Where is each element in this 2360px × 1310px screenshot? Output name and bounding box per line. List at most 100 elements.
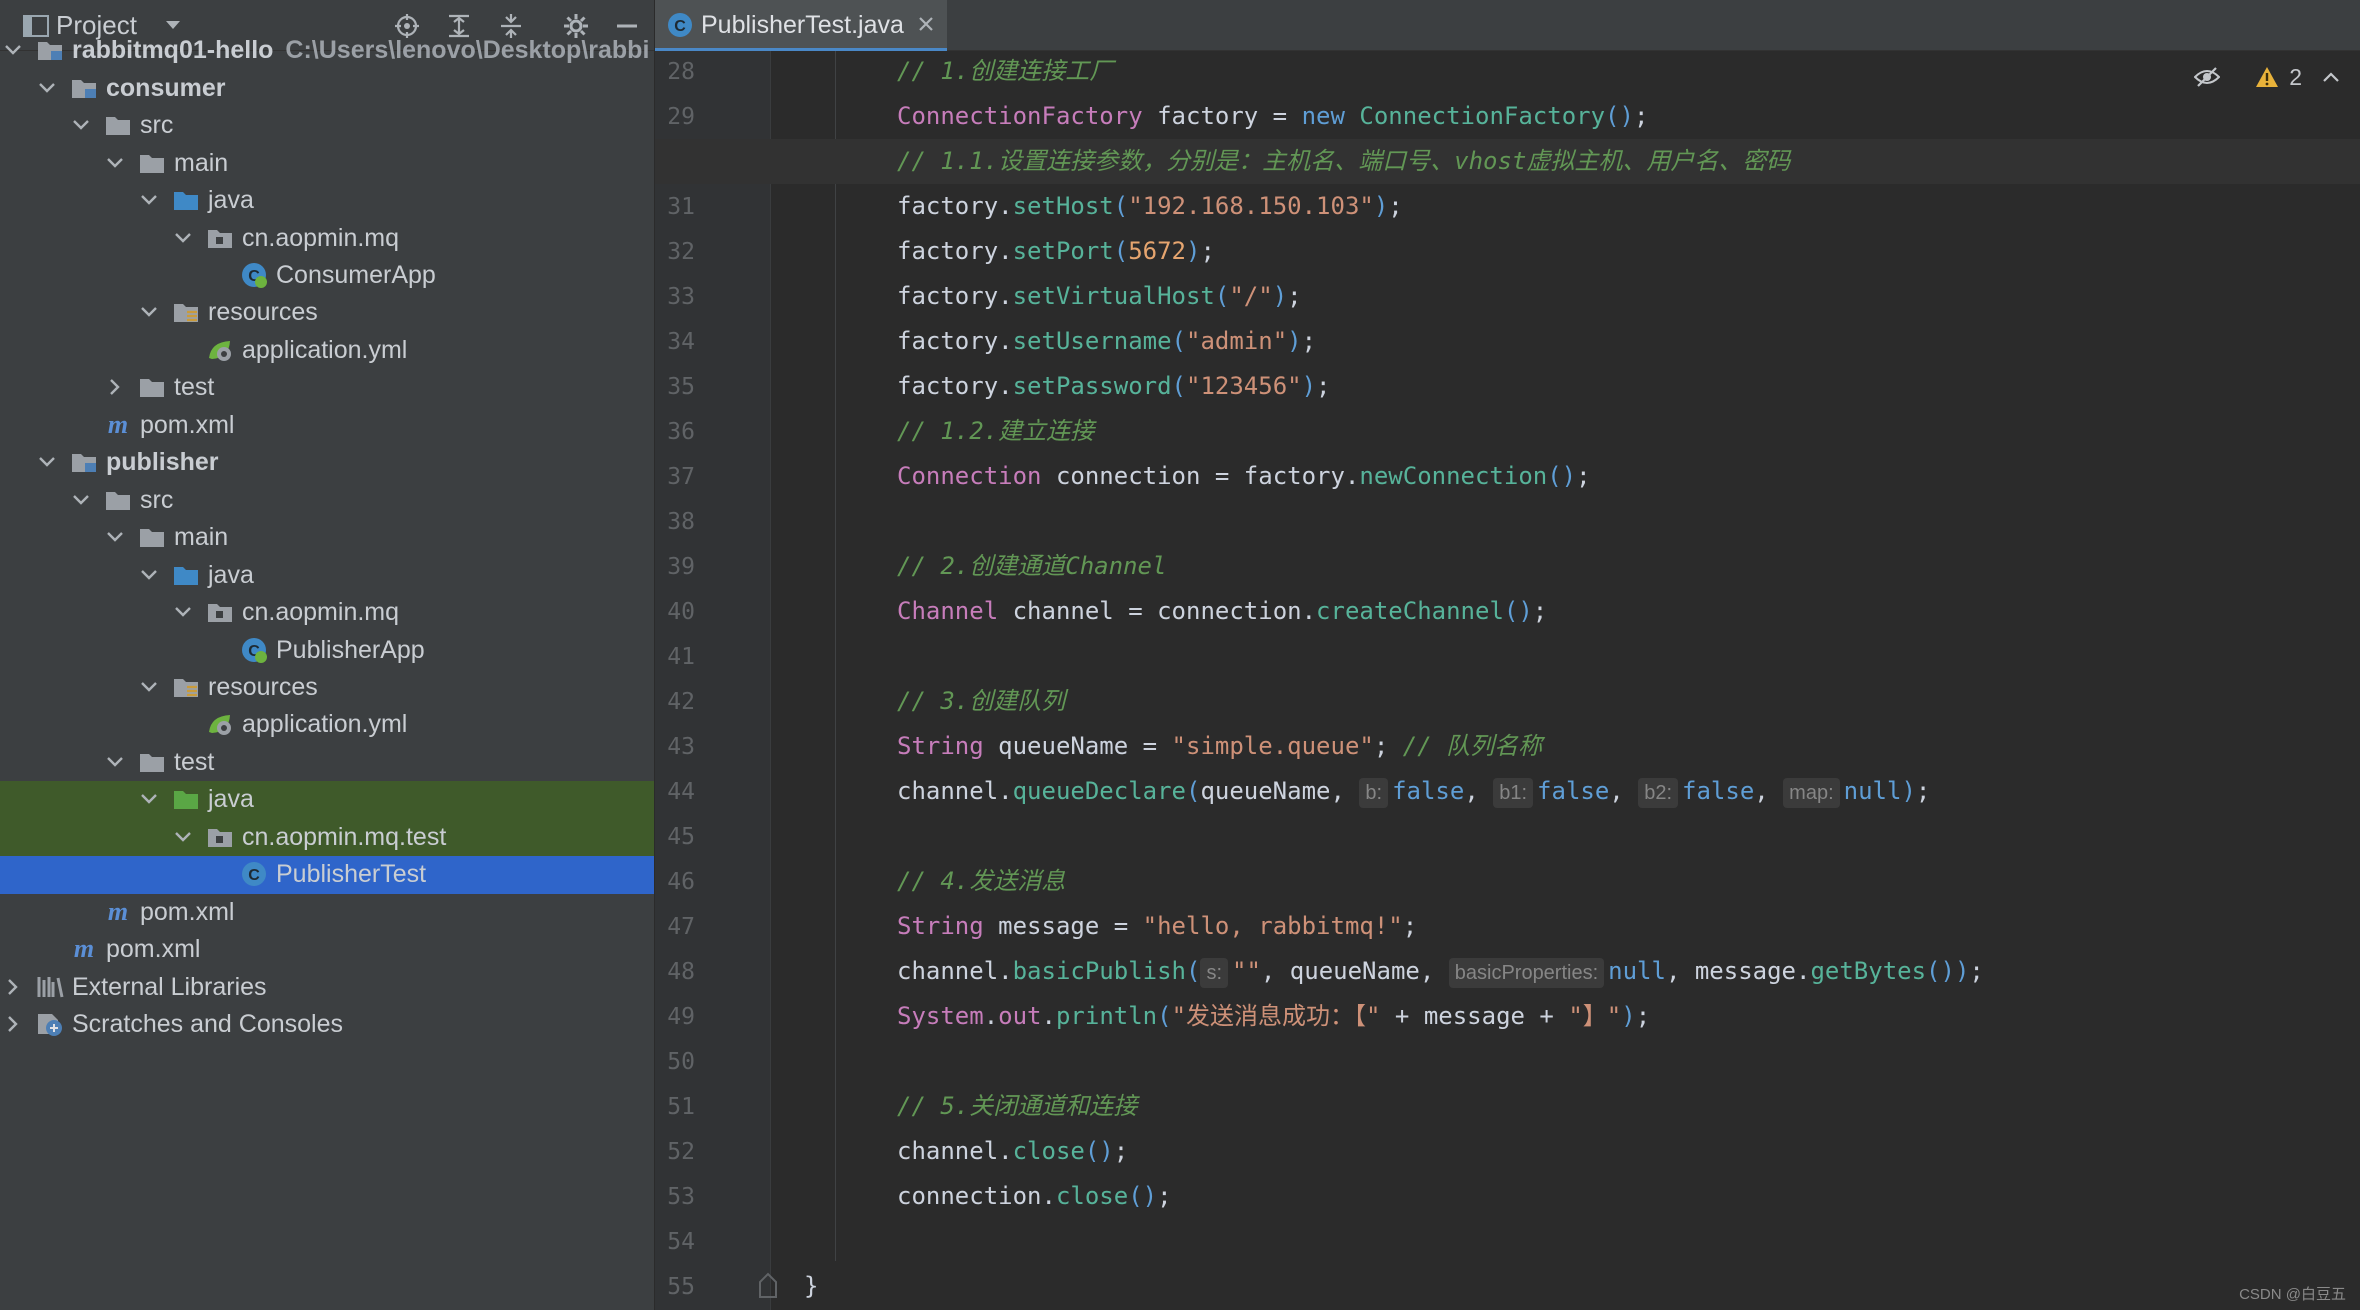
code-line[interactable] (655, 1039, 2360, 1084)
code-line[interactable]: channel.close(); (655, 1129, 2360, 1174)
code-line[interactable] (655, 814, 2360, 859)
code-line[interactable] (655, 634, 2360, 679)
code-line[interactable]: // 3.创建队列 (655, 679, 2360, 724)
warning-icon[interactable] (2255, 65, 2279, 89)
folder-icon (138, 149, 166, 177)
code-line[interactable]: ConnectionFactory factory = new Connecti… (655, 94, 2360, 139)
code-line[interactable] (655, 499, 2360, 544)
svg-text:C: C (674, 18, 686, 35)
code-line[interactable]: Connection connection = factory.newConne… (655, 454, 2360, 499)
tree-item-cn-aopmin-mq[interactable]: cn.aopmin.mq (0, 220, 654, 258)
chevron-down-icon[interactable] (140, 790, 158, 808)
tree-item-pom-xml[interactable]: m pom.xml (0, 894, 654, 932)
chevron-right-icon[interactable] (106, 378, 124, 396)
tree-item-java[interactable]: java (0, 557, 654, 595)
eye-hidden-icon[interactable] (2193, 63, 2221, 91)
chevron-down-icon[interactable] (174, 229, 192, 247)
tree-item-label: cn.aopmin.mq (242, 598, 400, 627)
chevron-down-icon[interactable] (106, 528, 124, 546)
tree-item-publishertest[interactable]: C PublisherTest (0, 856, 654, 894)
fold-marker-icon[interactable] (757, 1272, 783, 1298)
code-line[interactable]: connection.close(); (655, 1174, 2360, 1219)
code-line[interactable]: String message = "hello, rabbitmq!"; (655, 904, 2360, 949)
chevron-down-icon[interactable] (140, 191, 158, 209)
spring-yml-icon (206, 336, 234, 364)
chevron-down-icon[interactable] (106, 753, 124, 771)
code-line[interactable]: factory.setPassword("123456"); (655, 364, 2360, 409)
tree-item-src[interactable]: src (0, 107, 654, 145)
code-line[interactable] (655, 1219, 2360, 1264)
code-line[interactable]: // 2.创建通道Channel (655, 544, 2360, 589)
code-token: channel = connection. (998, 597, 1317, 625)
code-token: // 1.创建连接工厂 (897, 57, 1114, 85)
tree-item-cn-aopmin-mq[interactable]: cn.aopmin.mq (0, 594, 654, 632)
code-line[interactable]: factory.setPort(5672); (655, 229, 2360, 274)
tree-item-consumer[interactable]: consumer (0, 70, 654, 108)
tree-item-test[interactable]: test (0, 369, 654, 407)
code-line[interactable]: // 1.创建连接工厂 (655, 49, 2360, 94)
tree-item-scratches-and-consoles[interactable]: Scratches and Consoles (0, 1006, 654, 1044)
tab-publishertest[interactable]: C PublisherTest.java (655, 0, 947, 51)
chevron-up-icon[interactable] (2320, 66, 2342, 88)
tree-item-publisherapp[interactable]: C PublisherApp (0, 632, 654, 670)
chevron-down-icon[interactable] (174, 828, 192, 846)
tree-item-publisher[interactable]: publisher (0, 444, 654, 482)
chevron-right-icon[interactable] (4, 1015, 22, 1033)
tree-item-label: java (208, 560, 254, 589)
chevron-down-icon[interactable] (72, 116, 90, 134)
tree-item-application-yml[interactable]: application.yml (0, 706, 654, 744)
code-line[interactable]: channel.basicPublish(s: "", queueName, ba… (655, 949, 2360, 994)
tree-item-pom-xml[interactable]: m pom.xml (0, 931, 654, 969)
tree-item-consumerapp[interactable]: C ConsumerApp (0, 257, 654, 295)
tree-item-test[interactable]: test (0, 744, 654, 782)
code-line[interactable]: factory.setUsername("admin"); (655, 319, 2360, 364)
tree-item-label: cn.aopmin.mq.test (242, 822, 447, 851)
code-line[interactable]: // 5.关闭通道和连接 (655, 1084, 2360, 1129)
tree-item-resources[interactable]: resources (0, 294, 654, 332)
code-text: // 1.1.设置连接参数，分别是：主机名、端口号、vhost虚拟主机、用户名、… (897, 139, 1790, 184)
tree-item-pom-xml[interactable]: m pom.xml (0, 407, 654, 445)
tree-item-main[interactable]: main (0, 145, 654, 183)
code-line[interactable]: factory.setHost("192.168.150.103"); (655, 184, 2360, 229)
code-line[interactable]: Channel channel = connection.createChann… (655, 589, 2360, 634)
tree-item-external-libraries[interactable]: External Libraries (0, 969, 654, 1007)
package-icon (206, 224, 234, 252)
tree-item-resources[interactable]: resources (0, 669, 654, 707)
code-line[interactable]: // 4.发送消息 (655, 859, 2360, 904)
tree-item-java[interactable]: java (0, 781, 654, 819)
tree-item-rabbitmq01-hello[interactable]: rabbitmq01-hello C:\Users\lenovo\Desktop\… (0, 32, 654, 70)
code-token: // 4.发送消息 (897, 867, 1066, 895)
code-line[interactable]: System.out.println("发送消息成功：【" + message … (655, 994, 2360, 1039)
tree-item-java[interactable]: java (0, 182, 654, 220)
code-token: close (1055, 1182, 1129, 1210)
warning-count: 2 (2289, 63, 2302, 90)
chevron-down-icon[interactable] (174, 603, 192, 621)
chevron-down-icon[interactable] (106, 154, 124, 172)
inspection-widget[interactable]: 2 (2193, 62, 2342, 92)
tree-item-cn-aopmin-mq-test[interactable]: cn.aopmin.mq.test (0, 818, 654, 857)
chevron-down-icon[interactable] (140, 303, 158, 321)
code-text: } (804, 1264, 818, 1309)
chevron-down-icon[interactable] (140, 566, 158, 584)
chevron-down-icon[interactable] (4, 41, 22, 59)
chevron-down-icon[interactable] (72, 491, 90, 509)
tree-item-application-yml[interactable]: application.yml (0, 332, 654, 370)
code-token: Channel (897, 597, 999, 625)
code-token: ( (1171, 372, 1186, 400)
code-line[interactable]: // 1.1.设置连接参数，分别是：主机名、端口号、vhost虚拟主机、用户名、… (655, 139, 2360, 184)
tree-item-main[interactable]: main (0, 519, 654, 557)
close-icon[interactable] (917, 15, 937, 35)
chevron-down-icon[interactable] (38, 79, 56, 97)
code-line[interactable]: } (655, 1264, 2360, 1309)
tree-item-label: test (174, 747, 215, 776)
chevron-right-icon[interactable] (4, 978, 22, 996)
chevron-down-icon[interactable] (38, 453, 56, 471)
code-line[interactable]: String queueName = "simple.queue"; // 队列… (655, 724, 2360, 769)
chevron-down-icon[interactable] (140, 678, 158, 696)
code-token: "" (1232, 957, 1261, 985)
code-line[interactable]: // 1.2.建立连接 (655, 409, 2360, 454)
code-line[interactable]: channel.queueDeclare(queueName, b: false,… (655, 769, 2360, 814)
class-icon: C (240, 860, 268, 888)
tree-item-src[interactable]: src (0, 482, 654, 520)
code-line[interactable]: factory.setVirtualHost("/"); (655, 274, 2360, 319)
